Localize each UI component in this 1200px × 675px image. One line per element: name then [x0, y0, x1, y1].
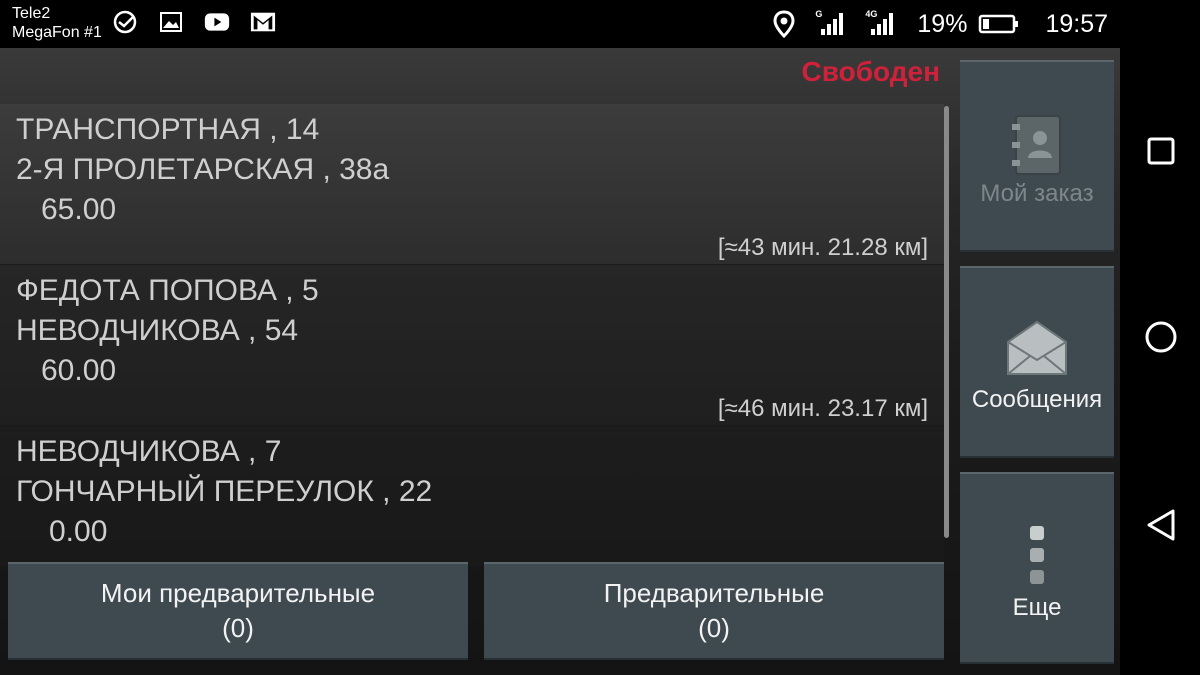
- carrier-1: Tele2: [12, 5, 51, 22]
- order-price: 60.00: [41, 354, 117, 387]
- youtube-icon: [204, 9, 230, 35]
- messages-label: Сообщения: [971, 386, 1103, 413]
- preliminary-button[interactable]: Предварительные (0): [484, 562, 944, 660]
- signal-2-icon: 4G: [865, 9, 894, 35]
- clock: 19:57: [1045, 9, 1108, 38]
- preliminary-count: (0): [698, 613, 730, 643]
- my-order-button[interactable]: Мой заказ: [960, 60, 1114, 252]
- my-preliminary-button[interactable]: Мои предварительные (0): [8, 562, 468, 660]
- order-from: ТРАНСПОРТНАЯ , 14: [16, 113, 320, 146]
- order-to: НЕВОДЧИКОВА , 54: [16, 314, 299, 347]
- image-icon: [158, 9, 184, 35]
- my-order-label: Мой заказ: [980, 180, 1094, 207]
- location-icon: [771, 10, 797, 38]
- carrier-names: Tele2 MegaFon #1: [12, 4, 102, 42]
- order-item[interactable]: ФЕДОТА ПОПОВА , 5 НЕВОДЧИКОВА , 54 60.00…: [0, 265, 944, 426]
- network-type-2: 4G: [865, 9, 878, 19]
- more-label: Еще: [1012, 594, 1062, 621]
- envelope-icon: [1007, 320, 1067, 375]
- order-to: ГОНЧАРНЫЙ ПЕРЕУЛОК , 22: [16, 475, 433, 508]
- order-item[interactable]: ТРАНСПОРТНАЯ , 14 2-Я ПРОЛЕТАРСКАЯ , 38а…: [0, 104, 944, 265]
- order-price: 0.00: [49, 515, 108, 548]
- orders-list[interactable]: ТРАНСПОРТНАЯ , 14 2-Я ПРОЛЕТАРСКАЯ , 38а…: [0, 104, 944, 566]
- order-eta: [≈43 мин. 21.28 км]: [717, 234, 928, 261]
- battery-icon: [977, 11, 1021, 37]
- more-button[interactable]: Еще: [960, 472, 1114, 664]
- back-button[interactable]: [1144, 508, 1178, 542]
- order-to: 2-Я ПРОЛЕТАРСКАЯ , 38а: [16, 153, 390, 186]
- order-from: НЕВОДЧИКОВА , 7: [16, 435, 282, 468]
- driver-status: Свободен: [801, 56, 940, 87]
- gmail-icon: [250, 9, 276, 35]
- sberbank-icon: [112, 9, 138, 35]
- more-dots-icon: [1030, 526, 1044, 584]
- back-icon: [1147, 509, 1175, 541]
- home-icon: [1145, 321, 1177, 353]
- order-item[interactable]: НЕВОДЧИКОВА , 7 ГОНЧАРНЫЙ ПЕРЕУЛОК , 22 …: [0, 426, 944, 566]
- recent-apps-button[interactable]: [1144, 134, 1178, 168]
- network-type-1: G: [815, 9, 823, 19]
- my-preliminary-count: (0): [222, 613, 254, 643]
- home-button[interactable]: [1144, 320, 1178, 354]
- carrier-2: MegaFon #1: [12, 24, 102, 41]
- battery-percentage: 19%: [917, 9, 968, 38]
- order-eta: [≈46 мин. 23.17 км]: [717, 395, 928, 422]
- order-price: 65.00: [41, 193, 117, 226]
- navigation-bar: [1120, 48, 1200, 675]
- orders-scrollbar[interactable]: [944, 106, 949, 538]
- preliminary-label: Предварительные: [603, 578, 825, 608]
- status-bar: Tele2 MegaFon #1 G 4G 19% 19:57: [0, 0, 1200, 48]
- signal-1-icon: G: [815, 9, 844, 35]
- order-from: ФЕДОТА ПОПОВА , 5: [16, 274, 319, 307]
- contacts-book-icon: [1012, 115, 1061, 175]
- main-area: Свободен ТРАНСПОРТНАЯ , 14 2-Я ПРОЛЕТАРС…: [0, 48, 1120, 675]
- my-preliminary-label: Мои предварительные: [100, 578, 376, 608]
- messages-button[interactable]: Сообщения: [960, 266, 1114, 458]
- recent-apps-icon: [1147, 137, 1175, 165]
